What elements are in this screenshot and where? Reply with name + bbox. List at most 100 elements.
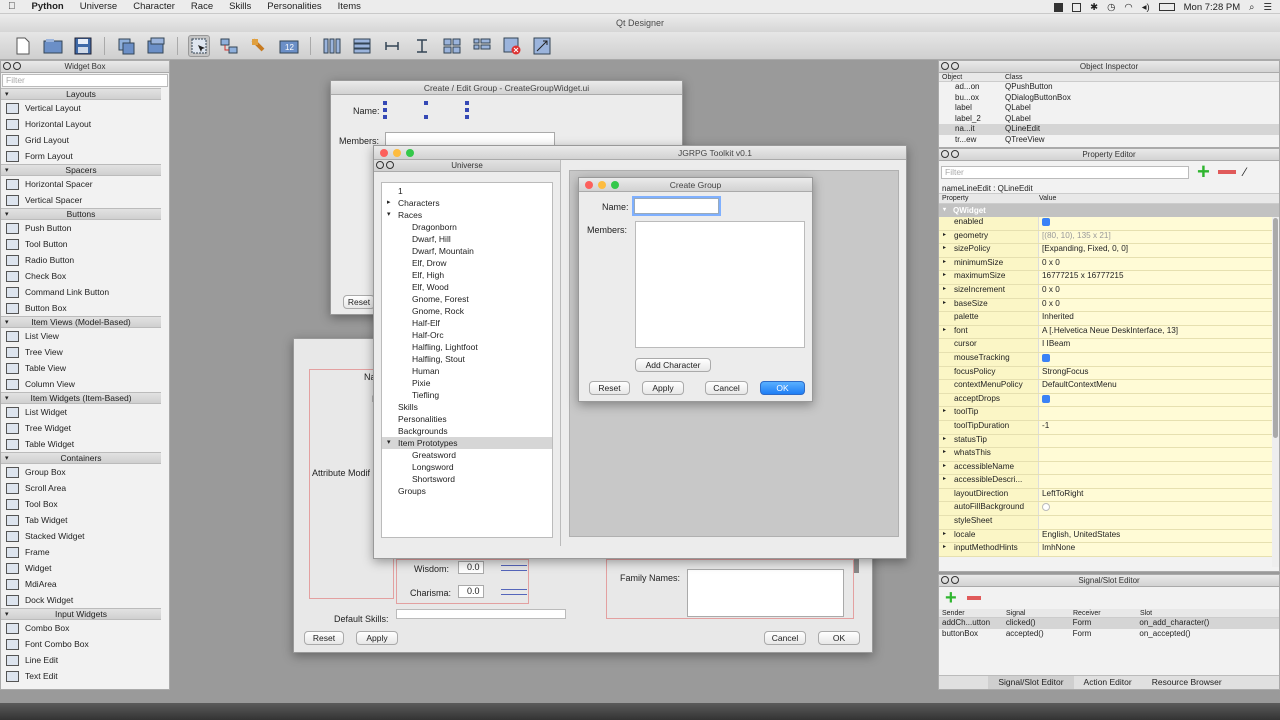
members-list[interactable] <box>635 221 805 348</box>
widget-box-item[interactable]: Push Button <box>1 220 161 236</box>
tree-item[interactable]: Half-Orc <box>382 329 552 341</box>
default-skills-field[interactable] <box>396 609 566 619</box>
checkbox[interactable] <box>1042 353 1050 362</box>
charisma-slider[interactable] <box>501 589 527 595</box>
property-row[interactable]: ▸ inputMethodHints ImhNone <box>939 543 1279 557</box>
object-row[interactable]: bu...ox QDialogButtonBox <box>939 93 1279 104</box>
widget-box-filter-input[interactable]: Filter <box>2 74 168 87</box>
tree-item[interactable]: Gnome, Forest <box>382 293 552 305</box>
expand-icon[interactable]: ▸ <box>943 285 946 292</box>
widget-category-header[interactable]: ▾ Input Widgets <box>1 608 161 620</box>
collapse-icon[interactable]: ▾ <box>5 209 9 220</box>
widget-box-item[interactable]: Horizontal Spacer <box>1 176 161 192</box>
property-value[interactable] <box>1038 475 1279 488</box>
battery-icon[interactable] <box>1158 3 1175 11</box>
tree-item[interactable]: ▾ Item Prototypes <box>382 437 552 449</box>
property-row[interactable]: acceptDrops <box>939 393 1279 408</box>
col-property[interactable]: Property <box>939 194 1039 203</box>
menu-character[interactable]: Character <box>125 1 183 12</box>
tree-item[interactable]: ▾ Races <box>382 209 552 221</box>
property-value[interactable]: I IBeam <box>1038 339 1279 352</box>
tree-item[interactable]: Tiefling <box>382 389 552 401</box>
break-layout-icon[interactable] <box>501 35 523 57</box>
form-reset-button[interactable]: Reset <box>343 295 375 309</box>
notification-center-icon[interactable]: ☰ <box>1263 2 1272 13</box>
edit-buddies-icon[interactable] <box>248 35 270 57</box>
tree-item[interactable]: Skills <box>382 401 552 413</box>
layout-horizontal-splitter-icon[interactable] <box>381 35 403 57</box>
property-row[interactable]: ▸ whatsThis <box>939 448 1279 462</box>
reset-button[interactable]: Reset <box>589 381 630 395</box>
property-value[interactable]: 0 x 0 <box>1038 257 1279 271</box>
wisdom-slider[interactable] <box>501 565 527 571</box>
edit-tab-order-icon[interactable]: 12 <box>278 35 300 57</box>
property-value[interactable]: LeftToRight <box>1038 488 1279 502</box>
collapse-icon[interactable]: ▾ <box>5 453 9 464</box>
form-name-field-selected[interactable] <box>383 101 469 119</box>
widget-category-header[interactable]: ▾ Spacers <box>1 164 161 176</box>
property-row[interactable]: ▸ font A [.Helvetica Neue DeskInterface, 1… <box>939 325 1279 340</box>
zoom-icon[interactable] <box>611 181 619 189</box>
tab-resource-browser[interactable]: Resource Browser <box>1142 676 1232 689</box>
bluetooth-icon[interactable]: ✱ <box>1090 2 1098 13</box>
wifi-icon[interactable]: ◠ <box>1124 2 1132 13</box>
float-icon[interactable] <box>386 161 394 169</box>
widget-box-item[interactable]: List Widget <box>1 404 161 420</box>
property-value[interactable]: DefaultContextMenu <box>1038 380 1279 393</box>
charisma-spinbox[interactable]: 0.0 <box>458 585 484 598</box>
wisdom-spinbox[interactable]: 0.0 <box>458 561 484 574</box>
float-icon[interactable] <box>951 576 959 584</box>
widget-box-item[interactable]: Command Link Button <box>1 284 161 300</box>
checkbox[interactable] <box>1042 503 1050 512</box>
tree-item[interactable]: Half-Elf <box>382 317 552 329</box>
close-icon[interactable] <box>380 149 388 157</box>
expand-icon[interactable]: ▸ <box>943 448 946 455</box>
widget-box-item[interactable]: Font Combo Box <box>1 636 161 652</box>
property-value[interactable] <box>1038 393 1279 407</box>
time-machine-icon[interactable]: ◷ <box>1107 2 1115 13</box>
widget-box-item[interactable]: List View <box>1 328 161 344</box>
property-row[interactable]: ▸ minimumSize 0 x 0 <box>939 257 1279 272</box>
checkbox[interactable] <box>1042 394 1050 403</box>
expand-icon[interactable]: ▸ <box>943 462 946 469</box>
widget-box-item[interactable]: Radio Button <box>1 252 161 268</box>
new-file-icon[interactable] <box>12 35 34 57</box>
property-row[interactable]: focusPolicy StrongFocus <box>939 366 1279 381</box>
collapse-icon[interactable]: ▾ <box>5 317 9 328</box>
spotlight-icon[interactable]: ⌕ <box>1249 2 1254 13</box>
widget-category-header[interactable]: ▾ Containers <box>1 452 161 464</box>
expand-icon[interactable]: ▸ <box>943 271 946 278</box>
property-row[interactable]: toolTipDuration -1 <box>939 420 1279 435</box>
col-object[interactable]: Object <box>939 73 1005 81</box>
float-icon[interactable] <box>951 150 959 158</box>
property-value[interactable] <box>1038 407 1279 420</box>
zoom-icon[interactable] <box>406 149 414 157</box>
expand-icon[interactable]: ▸ <box>943 543 946 550</box>
close-icon[interactable] <box>941 150 949 158</box>
property-row[interactable]: palette Inherited <box>939 312 1279 326</box>
add-dynamic-property-icon[interactable]: + <box>1197 161 1210 183</box>
col-sender[interactable]: Sender <box>939 609 1006 617</box>
tree-item[interactable]: Elf, High <box>382 269 552 281</box>
widget-box-item[interactable]: Stacked Widget <box>1 528 161 544</box>
collapse-icon[interactable]: ▾ <box>5 609 9 620</box>
collapse-icon[interactable]: ▾ <box>5 89 9 100</box>
open-file-icon[interactable] <box>42 35 64 57</box>
property-value[interactable]: -1 <box>1038 420 1279 434</box>
expand-icon[interactable]: ▾ <box>387 437 391 449</box>
object-row[interactable]: ad...on QPushButton <box>939 82 1279 93</box>
char-ok-button[interactable]: OK <box>818 631 860 645</box>
menu-race[interactable]: Race <box>183 1 221 12</box>
edit-signals-slots-icon[interactable] <box>218 35 240 57</box>
form-members-list[interactable] <box>385 132 555 146</box>
menu-personalities[interactable]: Personalities <box>259 1 329 12</box>
col-signal[interactable]: Signal <box>1006 609 1073 617</box>
object-inspector-tree[interactable]: ad...on QPushButton bu...ox QDialogButtonBo… <box>939 82 1279 145</box>
property-value[interactable]: [Expanding, Fixed, 0, 0] <box>1038 244 1279 257</box>
property-scrollbar[interactable] <box>1272 217 1279 567</box>
widget-box-item[interactable]: Scroll Area <box>1 480 161 496</box>
tree-item[interactable]: Longsword <box>382 461 552 473</box>
tree-item[interactable]: Greatsword <box>382 449 552 461</box>
add-character-button[interactable]: Add Character <box>635 358 711 372</box>
col-receiver[interactable]: Receiver <box>1073 609 1140 617</box>
